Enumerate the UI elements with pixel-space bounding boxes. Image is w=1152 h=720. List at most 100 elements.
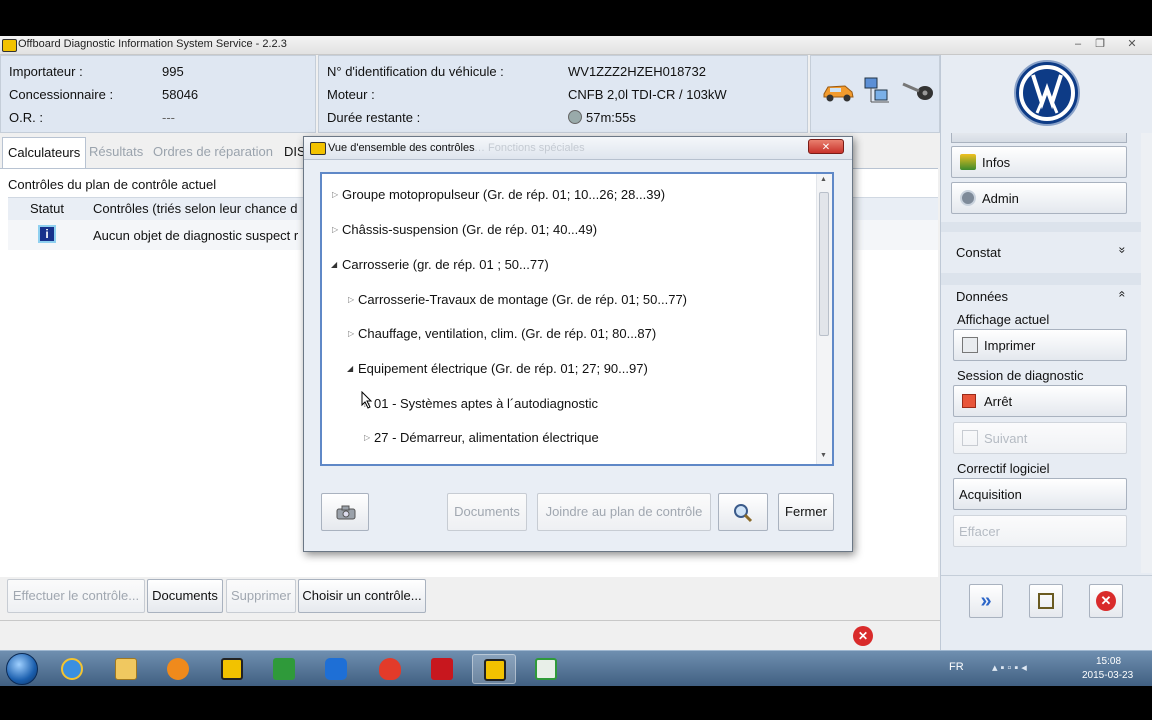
or-label: O.R. : (9, 110, 43, 125)
vehicle-info-panel: N° d'identification du véhicule : WV1ZZZ… (318, 55, 808, 133)
collapse-icon[interactable]: ◢ (347, 364, 353, 373)
bottom-letterbox (0, 686, 1152, 720)
infos-button[interactable]: Infos (951, 146, 1127, 178)
search-icon (734, 504, 753, 523)
documents-button[interactable]: Documents (147, 579, 223, 613)
dialog-titlebar: Vue d'ensemble des contrôles … Fonctions… (304, 137, 852, 160)
window-titlebar: Offboard Diagnostic Information System S… (0, 36, 1152, 55)
stop-icon (962, 394, 976, 408)
tab-calculateurs[interactable]: Calculateurs (2, 137, 87, 168)
media-player-icon[interactable] (156, 654, 200, 684)
tree-item[interactable]: ▷ 27 - Démarreur, alimentation électriqu… (364, 430, 599, 450)
tree-item[interactable]: ◢ Equipement électrique (Gr. de rép. 01;… (347, 361, 648, 381)
dialog-close-button[interactable]: ✕ (808, 139, 844, 154)
odis-active-icon[interactable] (472, 654, 516, 684)
expand-icon[interactable]: ▷ (332, 225, 338, 234)
test-plan-heading: Contrôles du plan de contrôle actuel (8, 177, 217, 192)
mouse-cursor-icon (361, 391, 373, 409)
choose-test-button[interactable]: Choisir un contrôle... (298, 579, 426, 613)
print-button[interactable]: Imprimer (953, 329, 1127, 361)
language-indicator[interactable]: FR (949, 661, 964, 673)
network-icon[interactable] (861, 76, 893, 106)
close-window-button[interactable]: ✕ (1122, 37, 1142, 51)
scroll-thumb[interactable] (819, 192, 829, 336)
car-icon[interactable] (821, 80, 855, 102)
vin-value: WV1ZZZ2HZEH018732 (568, 64, 706, 79)
odis-dialog-icon (310, 142, 326, 155)
tree-item[interactable]: ▷ Groupe motopropulseur (Gr. de rép. 01;… (332, 187, 665, 207)
dialog-documents-button[interactable]: Documents (447, 493, 527, 531)
tree-item[interactable]: ▷ Châssis-suspension (Gr. de rép. 01; 40… (332, 222, 597, 242)
delete-button[interactable]: Supprimer (226, 579, 296, 613)
camtasia-recorder-icon[interactable] (524, 654, 568, 684)
join-test-plan-button[interactable]: Joindre au plan de contrôle (537, 493, 711, 531)
key-icon[interactable] (901, 78, 935, 104)
collapse-icon[interactable]: ◢ (331, 260, 337, 269)
windows-taskbar: FR ▴▪▫▪◂ 15:08 2015-03-23 (0, 650, 1152, 687)
expand-icon[interactable]: ▷ (348, 295, 354, 304)
engine-value: CNFB 2,0l TDI-CR / 103kW (568, 87, 727, 102)
acquisition-button[interactable]: Acquisition (953, 478, 1127, 510)
admin-button[interactable]: Admin (951, 182, 1127, 214)
status-bar: ✕ (0, 620, 940, 651)
window-title: Offboard Diagnostic Information System S… (18, 38, 287, 50)
dealer-value: 58046 (162, 87, 199, 102)
next-button[interactable]: Suivant (953, 422, 1127, 454)
tab-ordres-reparation[interactable]: Ordres de réparation (148, 137, 278, 167)
dialog-close-text-button[interactable]: Fermer (778, 493, 834, 531)
expand-icon[interactable]: ▷ (348, 329, 354, 338)
importer-value: 995 (162, 64, 184, 79)
tree-item[interactable]: ▷ 01 - Systèmes aptes à l´autodiagnostic (364, 396, 598, 416)
right-sidebar: Infos Admin Constat » Données « Affichag… (940, 55, 1152, 651)
tray-icons[interactable]: ▴▪▫▪◂ (992, 661, 1066, 675)
minimize-button[interactable]: – (1068, 37, 1088, 51)
tree-scrollbar[interactable]: ▲ ▼ (816, 174, 832, 464)
perform-test-button[interactable]: Effectuer le contrôle... (7, 579, 145, 613)
tree-item[interactable]: ◢ Carrosserie (gr. de rép. 01 ; 50...77) (331, 257, 549, 277)
stop-button[interactable]: Arrêt (953, 385, 1127, 417)
tests-tree[interactable]: ▷ Groupe motopropulseur (Gr. de rép. 01;… (320, 172, 834, 466)
acrobat-icon[interactable] (420, 654, 464, 684)
camera-button[interactable] (321, 493, 369, 531)
camtasia-icon[interactable] (262, 654, 306, 684)
remaining-label: Durée restante : (327, 110, 421, 125)
exit-icon[interactable]: ✕ (1089, 584, 1123, 618)
forward-icon[interactable]: » (969, 584, 1003, 618)
scroll-up-icon[interactable]: ▲ (820, 176, 827, 183)
error-status-icon[interactable]: ✕ (853, 626, 873, 646)
column-status: Statut (30, 201, 64, 216)
vin-label: N° d'identification du véhicule : (327, 64, 504, 79)
tab-resultats[interactable]: Résultats (84, 137, 148, 167)
tree-item[interactable]: ▷ Carrosserie-Travaux de montage (Gr. de… (348, 292, 687, 312)
dealer-label: Concessionnaire : (9, 87, 114, 102)
search-button[interactable] (718, 493, 768, 531)
expand-icon[interactable]: ▷ (364, 433, 370, 442)
collapsed-button-edge (951, 133, 1127, 143)
maximize-button[interactable]: ❐ (1090, 37, 1110, 51)
teamviewer-icon[interactable] (314, 654, 358, 684)
start-orb-icon[interactable] (6, 653, 38, 685)
flame-app-icon[interactable] (368, 654, 412, 684)
scroll-down-icon[interactable]: ▼ (820, 452, 827, 459)
sidebar-footer: » ✕ (941, 575, 1152, 651)
file-explorer-icon[interactable] (104, 654, 148, 684)
erase-button[interactable]: Effacer (953, 515, 1127, 547)
sidebar-scrollbar[interactable] (1141, 133, 1152, 573)
expand-icon[interactable]: ▷ (332, 190, 338, 199)
chevron-up-icon[interactable]: « (1115, 291, 1129, 298)
gear-icon (960, 190, 976, 206)
dealer-info-panel: Importateur : 995 Concessionnaire : 5804… (0, 55, 316, 133)
clock-date[interactable]: 2015-03-23 (1082, 670, 1133, 681)
internet-explorer-icon[interactable] (50, 654, 94, 684)
dialog-title-ghost: … Fonctions spéciales (474, 142, 585, 154)
or-value: --- (162, 110, 175, 125)
odis-icon[interactable] (210, 654, 254, 684)
tree-item[interactable]: ▷ Chauffage, ventilation, clim. (Gr. de … (348, 326, 656, 346)
chevron-down-icon[interactable]: » (1115, 247, 1129, 254)
constat-header[interactable]: Constat (956, 245, 1142, 271)
fullscreen-icon[interactable] (1029, 584, 1063, 618)
clock-time[interactable]: 15:08 (1096, 656, 1121, 667)
row-text: Aucun objet de diagnostic suspect r (93, 228, 299, 243)
correctif-label: Correctif logiciel (957, 461, 1050, 476)
logo-area (941, 55, 1152, 133)
